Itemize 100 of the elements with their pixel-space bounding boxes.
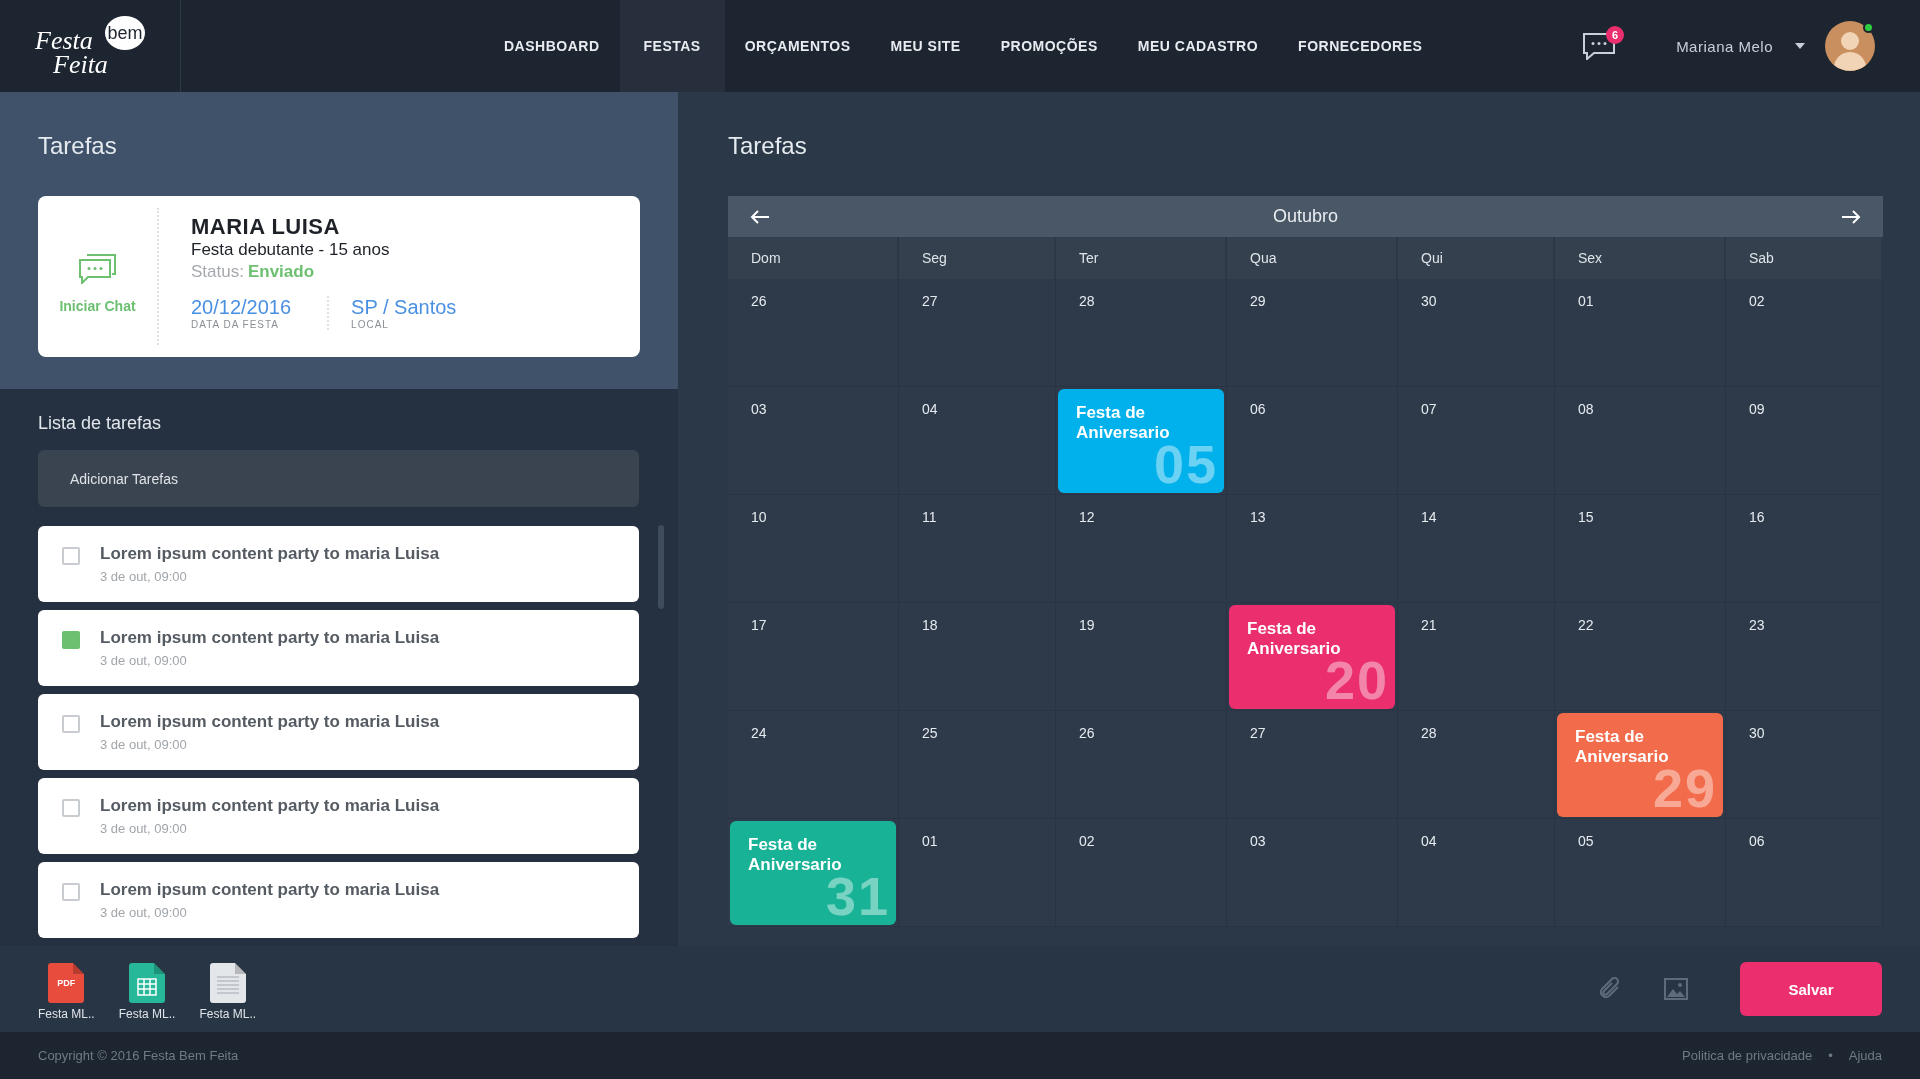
calendar-day[interactable]: 11 [899,495,1056,603]
weekday-header: Seg [899,237,1056,279]
panel-title: Tarefas [38,132,118,160]
weekday-header: Dom [728,237,899,279]
status-value: Enviado [247,262,315,281]
calendar-day[interactable]: 10 [728,495,899,603]
task-card[interactable]: Lorem ipsum content party to maria Luisa 3 de out, 09:00 [38,862,639,938]
date-caption: DATA DA FESTA [191,319,280,330]
location-caption: LOCAL [351,319,390,330]
weekday-header: Qui [1398,237,1555,279]
calendar-day[interactable]: 01 [899,819,1056,927]
task-time: 3 de out, 09:00 [100,569,188,584]
calendar-day[interactable]: 05 [1555,819,1726,927]
calendar-day[interactable]: 18 [899,603,1056,711]
task-card[interactable]: Lorem ipsum content party to maria Luisa 3 de out, 09:00 [38,610,639,686]
calendar-day[interactable]: 22 [1555,603,1726,711]
calendar-day[interactable]: 15 [1555,495,1726,603]
nav-tab[interactable]: ORÇAMENTOS [724,0,871,92]
weekday-header: Qua [1227,237,1398,279]
calendar-day[interactable]: 21 [1398,603,1555,711]
caret-icon[interactable] [1795,43,1805,49]
logo[interactable]: Festa bem Feita [35,16,145,76]
calendar-day[interactable]: 30 [1726,711,1883,819]
calendar-day[interactable]: 12 [1056,495,1227,603]
task-card[interactable]: Lorem ipsum content party to maria Luisa 3 de out, 09:00 [38,694,639,770]
chat-icon[interactable] [1582,32,1617,60]
panel-title: Tarefas [728,132,808,160]
footer-link[interactable]: Ajuda [1848,1048,1882,1063]
nav-tab[interactable]: FESTAS [619,0,725,92]
add-task-field[interactable]: Adicionar Tarefas [38,450,639,507]
nav-tab[interactable]: MEU CADASTRO [1117,0,1279,92]
footer-link[interactable]: Politica de privacidade [1682,1048,1813,1063]
document-file-icon[interactable] [209,963,246,1003]
calendar-day[interactable]: 13 [1227,495,1398,603]
task-title: Lorem ipsum content party to maria Luisa [100,628,440,648]
task-checkbox[interactable] [62,799,80,817]
avatar[interactable] [1825,21,1875,71]
calendar-day[interactable]: 01 [1555,279,1726,387]
spreadsheet-file-icon[interactable] [129,963,166,1003]
notification-badge: 6 [1606,26,1625,44]
task-time: 3 de out, 09:00 [100,653,188,668]
calendar-day[interactable]: 27 [899,279,1056,387]
calendar-day[interactable]: 04 [899,387,1056,495]
file-name: Festa ML.. [199,1007,257,1021]
calendar-day[interactable]: 25 [899,711,1056,819]
calendar-day[interactable]: 06 [1726,819,1883,927]
calendar-day[interactable]: 29 [1227,279,1398,387]
user-name[interactable]: Mariana Melo [1676,37,1773,55]
calendar-day[interactable]: 14 [1398,495,1555,603]
calendar-day[interactable]: 24 [728,711,899,819]
calendar-day[interactable]: 30 [1398,279,1555,387]
calendar-day[interactable]: 07 [1398,387,1555,495]
task-checkbox[interactable] [62,547,80,565]
calendar-day[interactable]: 02 [1726,279,1883,387]
calendar-day[interactable]: 06 [1227,387,1398,495]
nav-tab[interactable]: FORNECEDORES [1278,0,1443,92]
calendar-day[interactable]: 27 [1227,711,1398,819]
party-date: 20/12/2016 [191,296,292,319]
nav-tab[interactable]: DASHBOARD [484,0,620,92]
calendar-day[interactable]: 04 [1398,819,1555,927]
task-card[interactable]: Lorem ipsum content party to maria Luisa 3 de out, 09:00 [38,778,639,854]
task-title: Lorem ipsum content party to maria Luisa [100,544,440,564]
nav-tab[interactable]: MEU SITE [870,0,981,92]
task-card[interactable]: Lorem ipsum content party to maria Luisa 3 de out, 09:00 [38,526,639,602]
scrollbar[interactable] [658,525,664,609]
calendar-day[interactable]: 08 [1555,387,1726,495]
calendar-day[interactable]: 26 [728,279,899,387]
calendar-day[interactable]: 09 [1726,387,1883,495]
event-description: Festa debutante - 15 anos [191,240,391,260]
client-name: MARIA LUISA [191,214,341,240]
task-checkbox[interactable] [62,883,80,901]
task-time: 3 de out, 09:00 [100,905,188,920]
weekday-header: Sex [1555,237,1726,279]
weekday-header: Sab [1726,237,1883,279]
calendar-day[interactable]: 17 [728,603,899,711]
task-title: Lorem ipsum content party to maria Luisa [100,880,440,900]
next-month-button[interactable] [1841,208,1861,225]
nav-tab[interactable]: PROMOÇÕES [980,0,1118,92]
pdf-file-icon[interactable]: PDF [48,963,85,1003]
task-checkbox[interactable] [62,631,80,649]
task-time: 3 de out, 09:00 [100,821,188,836]
calendar-day[interactable]: 02 [1056,819,1227,927]
calendar-day[interactable]: 03 [1227,819,1398,927]
weekday-header: Ter [1056,237,1227,279]
calendar-day[interactable]: 28 [1398,711,1555,819]
task-title: Lorem ipsum content party to maria Luisa [100,712,440,732]
image-icon[interactable] [1664,978,1688,1000]
save-button[interactable]: Salvar [1740,962,1882,1016]
calendar-day[interactable]: 26 [1056,711,1227,819]
list-title: Lista de tarefas [38,413,163,434]
calendar-day[interactable]: 03 [728,387,899,495]
calendar-day[interactable]: 19 [1056,603,1227,711]
calendar-day[interactable]: 16 [1726,495,1883,603]
calendar-day[interactable]: 23 [1726,603,1883,711]
previous-month-button[interactable] [750,208,770,225]
party-location: SP / Santos [351,296,457,319]
event-card[interactable]: 20 Festa de Aniversario [1229,605,1395,709]
calendar-day[interactable]: 28 [1056,279,1227,387]
task-checkbox[interactable] [62,715,80,733]
file-name: Festa ML.. [38,1007,95,1021]
